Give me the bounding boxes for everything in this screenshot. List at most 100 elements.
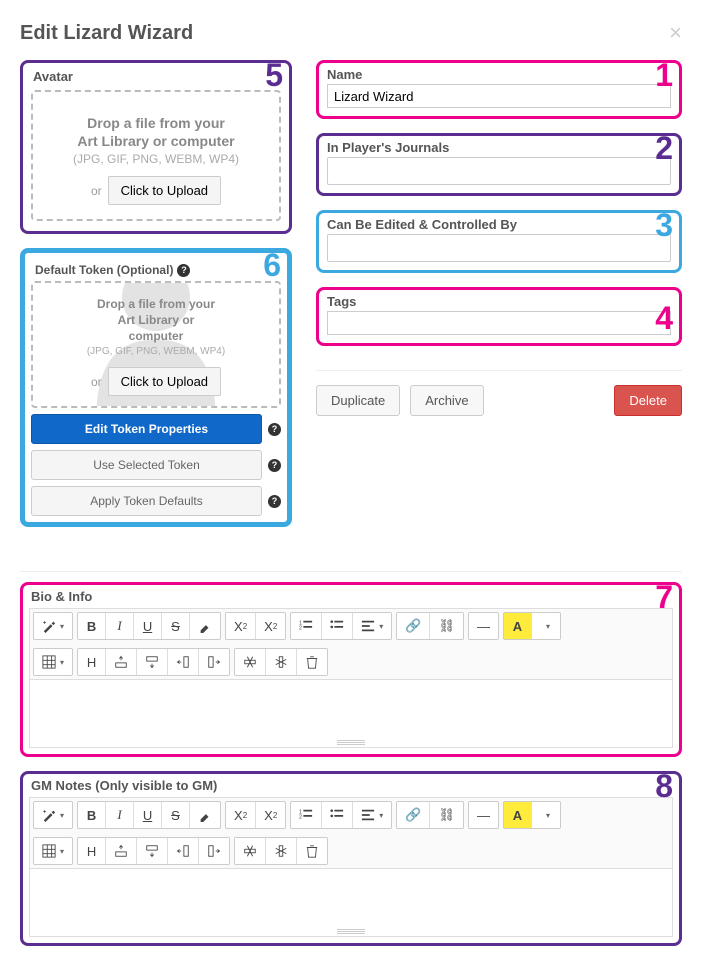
resize-handle-icon[interactable]	[337, 929, 365, 934]
italic-button[interactable]: I	[106, 613, 134, 639]
superscript-button[interactable]: X2	[226, 802, 256, 828]
apply-token-defaults-button[interactable]: Apply Token Defaults	[31, 486, 262, 516]
eraser-icon[interactable]	[190, 802, 220, 828]
delete-col-icon[interactable]	[266, 838, 297, 864]
hr-button[interactable]: —	[469, 613, 498, 639]
token-dropzone[interactable]: Drop a file from your Art Library or com…	[31, 281, 281, 408]
avatar-or-text: or	[91, 184, 102, 198]
trash-icon[interactable]	[297, 649, 327, 675]
eraser-icon[interactable]	[190, 613, 220, 639]
magic-icon[interactable]	[34, 802, 72, 828]
highlight-dropdown[interactable]	[532, 613, 560, 639]
delete-row-icon[interactable]	[235, 649, 266, 675]
edit-token-properties-button[interactable]: Edit Token Properties	[31, 414, 262, 444]
use-selected-token-button[interactable]: Use Selected Token	[31, 450, 262, 480]
journals-label: In Player's Journals	[319, 136, 679, 157]
highlight-dropdown[interactable]	[532, 802, 560, 828]
name-section: Name 1	[316, 60, 682, 119]
unordered-list-icon[interactable]	[322, 802, 353, 828]
delete-col-icon[interactable]	[266, 649, 297, 675]
annotation-8: 8	[655, 770, 673, 802]
token-upload-button[interactable]: Click to Upload	[108, 367, 221, 396]
bold-button[interactable]: B	[78, 802, 106, 828]
subscript-button[interactable]: X2	[256, 802, 285, 828]
strike-button[interactable]: S	[162, 802, 190, 828]
bio-toolbar: B I U S X2 X2 12 🔗 ⛓ — A	[29, 608, 673, 680]
close-icon[interactable]: ×	[669, 20, 682, 46]
dialog-title: Edit Lizard Wizard	[20, 22, 193, 45]
controlled-by-input[interactable]	[327, 234, 671, 262]
avatar-upload-button[interactable]: Click to Upload	[108, 176, 221, 205]
strike-button[interactable]: S	[162, 613, 190, 639]
help-icon[interactable]: ?	[268, 423, 281, 436]
col-right-icon[interactable]	[199, 838, 229, 864]
heading-button[interactable]: H	[78, 649, 106, 675]
row-above-icon[interactable]	[106, 838, 137, 864]
underline-button[interactable]: U	[134, 802, 162, 828]
ordered-list-icon[interactable]: 12	[291, 802, 322, 828]
controlled-by-label: Can Be Edited & Controlled By	[319, 213, 679, 234]
table-icon[interactable]	[34, 649, 72, 675]
token-drop-text-2: Art Library or	[41, 313, 271, 329]
unlink-icon[interactable]: ⛓	[430, 802, 463, 828]
row-above-icon[interactable]	[106, 649, 137, 675]
duplicate-button[interactable]: Duplicate	[316, 385, 400, 416]
col-left-icon[interactable]	[168, 838, 199, 864]
help-icon[interactable]: ?	[268, 459, 281, 472]
token-label: Default Token (Optional)	[35, 263, 173, 277]
subscript-button[interactable]: X2	[256, 613, 285, 639]
tags-section: Tags 4	[316, 287, 682, 346]
align-icon[interactable]	[353, 802, 391, 828]
resize-handle-icon[interactable]	[337, 740, 365, 745]
avatar-dropzone[interactable]: Drop a file from your Art Library or com…	[31, 90, 281, 221]
unordered-list-icon[interactable]	[322, 613, 353, 639]
annotation-2: 2	[655, 132, 673, 164]
token-drop-text-3: computer	[41, 329, 271, 345]
highlight-button[interactable]: A	[504, 802, 532, 828]
archive-button[interactable]: Archive	[410, 385, 483, 416]
delete-row-icon[interactable]	[235, 838, 266, 864]
heading-button[interactable]: H	[78, 838, 106, 864]
avatar-drop-text-2: Art Library or computer	[43, 132, 269, 150]
bio-section: Bio & Info B I U S X2 X2 12 🔗 ⛓	[20, 582, 682, 757]
gm-notes-toolbar: B I U S X2 X2 12 🔗 ⛓ — A	[29, 797, 673, 869]
name-input[interactable]	[327, 84, 671, 108]
svg-text:2: 2	[299, 815, 302, 821]
row-below-icon[interactable]	[137, 649, 168, 675]
annotation-6: 6	[263, 249, 281, 281]
row-below-icon[interactable]	[137, 838, 168, 864]
default-token-section: Default Token (Optional) ? Drop a file f…	[20, 248, 292, 527]
help-icon[interactable]: ?	[177, 264, 190, 277]
annotation-1: 1	[655, 59, 673, 91]
italic-button[interactable]: I	[106, 802, 134, 828]
journals-input[interactable]	[327, 157, 671, 185]
superscript-button[interactable]: X2	[226, 613, 256, 639]
annotation-3: 3	[655, 209, 673, 241]
magic-icon[interactable]	[34, 613, 72, 639]
annotation-4: 4	[655, 302, 673, 334]
avatar-drop-text-1: Drop a file from your	[43, 114, 269, 132]
link-icon[interactable]: 🔗	[397, 802, 430, 828]
name-label: Name	[319, 63, 679, 84]
bold-button[interactable]: B	[78, 613, 106, 639]
unlink-icon[interactable]: ⛓	[430, 613, 463, 639]
token-drop-text-1: Drop a file from your	[41, 297, 271, 313]
ordered-list-icon[interactable]: 12	[291, 613, 322, 639]
hr-button[interactable]: —	[469, 802, 498, 828]
col-left-icon[interactable]	[168, 649, 199, 675]
bio-editor[interactable]	[29, 680, 673, 748]
align-icon[interactable]	[353, 613, 391, 639]
annotation-7: 7	[655, 581, 673, 613]
tags-input[interactable]	[327, 311, 671, 335]
link-icon[interactable]: 🔗	[397, 613, 430, 639]
underline-button[interactable]: U	[134, 613, 162, 639]
trash-icon[interactable]	[297, 838, 327, 864]
table-icon[interactable]	[34, 838, 72, 864]
col-right-icon[interactable]	[199, 649, 229, 675]
gm-notes-editor[interactable]	[29, 869, 673, 937]
token-or-text: or	[91, 375, 102, 389]
highlight-button[interactable]: A	[504, 613, 532, 639]
help-icon[interactable]: ?	[268, 495, 281, 508]
bio-label: Bio & Info	[23, 585, 679, 606]
delete-button[interactable]: Delete	[614, 385, 682, 416]
